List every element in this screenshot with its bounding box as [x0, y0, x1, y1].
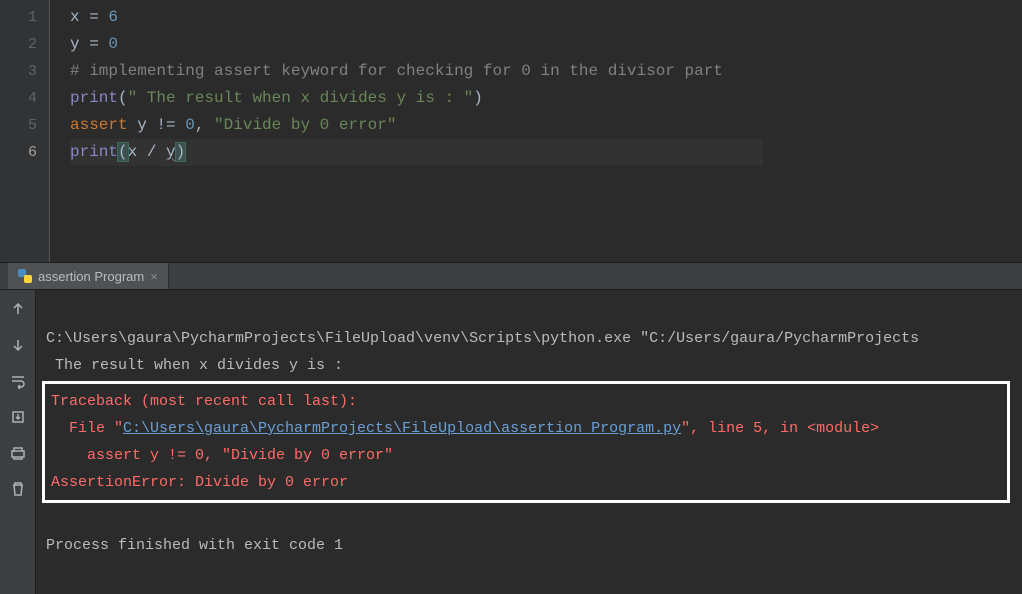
scroll-to-end-button[interactable]	[7, 406, 29, 428]
soft-wrap-button[interactable]	[7, 370, 29, 392]
code-token: x /	[128, 143, 166, 161]
run-tool-strip	[0, 290, 36, 594]
line-number: 6	[0, 139, 37, 166]
code-token: "Divide by 0 error"	[214, 116, 396, 134]
code-token: # implementing assert keyword for checki…	[70, 62, 723, 80]
down-button[interactable]	[7, 334, 29, 356]
traceback-error-line: AssertionError: Divide by 0 error	[51, 474, 348, 491]
code-token: y !=	[128, 116, 186, 134]
line-number: 1	[0, 4, 37, 31]
code-token: =	[80, 35, 109, 53]
console-stdout-line: The result when x divides y is :	[46, 357, 352, 374]
traceback-highlight-box: Traceback (most recent call last): File …	[42, 381, 1010, 503]
line-number: 5	[0, 112, 37, 139]
code-area[interactable]: x = 6y = 0# implementing assert keyword …	[50, 0, 763, 262]
code-line[interactable]: print(x / y)	[70, 139, 763, 166]
python-icon	[18, 269, 32, 283]
code-token: =	[80, 8, 109, 26]
console-exit-line: Process finished with exit code 1	[46, 537, 343, 554]
print-button[interactable]	[7, 442, 29, 464]
delete-button[interactable]	[7, 478, 29, 500]
code-token: print	[70, 143, 118, 161]
code-token: y	[70, 35, 80, 53]
console-cmd-line: C:\Users\gaura\PycharmProjects\FileUploa…	[46, 330, 919, 347]
up-button[interactable]	[7, 298, 29, 320]
code-line[interactable]: print(" The result when x divides y is :…	[70, 85, 763, 112]
run-tool-window: C:\Users\gaura\PycharmProjects\FileUploa…	[0, 290, 1022, 594]
run-tab-assertion-program[interactable]: assertion Program ×	[8, 263, 169, 289]
code-token: y	[166, 143, 176, 161]
code-line[interactable]: assert y != 0, "Divide by 0 error"	[70, 112, 763, 139]
code-token: (	[118, 89, 128, 107]
line-number: 4	[0, 85, 37, 112]
code-token: (	[118, 143, 128, 161]
code-line[interactable]: # implementing assert keyword for checki…	[70, 58, 763, 85]
code-token: 0	[185, 116, 195, 134]
line-number-gutter: 123456	[0, 0, 50, 262]
code-line[interactable]: x = 6	[70, 4, 763, 31]
code-token: ,	[195, 116, 214, 134]
close-icon[interactable]: ×	[150, 269, 158, 284]
run-tab-label: assertion Program	[38, 269, 144, 284]
code-token: x	[70, 8, 80, 26]
traceback-file-link[interactable]: C:\Users\gaura\PycharmProjects\FileUploa…	[123, 420, 681, 437]
code-editor[interactable]: 123456 x = 6y = 0# implementing assert k…	[0, 0, 1022, 262]
code-token: )	[176, 143, 186, 161]
code-token: " The result when x divides y is : "	[128, 89, 474, 107]
run-tool-tabbar: assertion Program ×	[0, 262, 1022, 290]
code-token: 6	[108, 8, 118, 26]
traceback-file-suffix: ", line 5, in <module>	[681, 420, 879, 437]
code-token: print	[70, 89, 118, 107]
line-number: 2	[0, 31, 37, 58]
traceback-file-prefix: File "	[51, 420, 123, 437]
code-line[interactable]: y = 0	[70, 31, 763, 58]
code-token: 0	[108, 35, 118, 53]
traceback-header: Traceback (most recent call last):	[51, 393, 357, 410]
traceback-code-line: assert y != 0, "Divide by 0 error"	[51, 447, 393, 464]
code-token: assert	[70, 116, 128, 134]
line-number: 3	[0, 58, 37, 85]
console-output[interactable]: C:\Users\gaura\PycharmProjects\FileUploa…	[36, 290, 1022, 594]
code-token: )	[473, 89, 483, 107]
